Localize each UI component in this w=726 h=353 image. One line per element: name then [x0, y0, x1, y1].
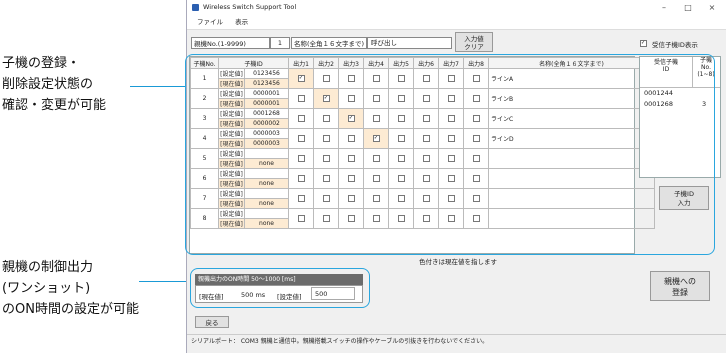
callout-on-time: 親機の制御出力 (ワンショット) のON時間の設定が可能	[2, 260, 139, 317]
name-label: 名称(全角１６文字まで)	[291, 37, 367, 49]
app-icon	[192, 4, 199, 11]
menu-bar: ファイル 表示	[187, 15, 726, 30]
callout-registration: 子機の登録・ 削除設定状態の 確認・変更が可能	[2, 56, 107, 113]
app-window: Wireless Switch Support Tool – □ × ファイル …	[185, 0, 726, 353]
close-button[interactable]: ×	[700, 0, 724, 15]
register-to-parent-button[interactable]: 親機への 登録	[650, 271, 710, 301]
color-footnote: 色付きは現在値を指します	[419, 258, 497, 266]
back-button[interactable]: 戻る	[195, 316, 229, 328]
parent-no-input[interactable]: 1	[270, 37, 290, 49]
show-ids-label: 受信子機ID表示	[652, 41, 698, 49]
callout-leader-bottom	[139, 281, 186, 282]
parent-no-label: 親機No.(1-9999)	[191, 37, 270, 49]
parent-name-input[interactable]: 呼び出し	[367, 37, 452, 49]
callout-leader-top	[130, 86, 186, 87]
maximize-button[interactable]: □	[676, 0, 700, 15]
minimize-button[interactable]: –	[652, 0, 676, 15]
show-ids-checkbox[interactable]	[640, 40, 647, 47]
menu-file[interactable]: ファイル	[197, 18, 223, 26]
title-bar: Wireless Switch Support Tool – □ ×	[187, 0, 726, 15]
window-title: Wireless Switch Support Tool	[203, 3, 297, 11]
highlight-on-time-frame	[190, 268, 370, 308]
menu-view[interactable]: 表示	[235, 18, 248, 26]
clear-input-button[interactable]: 入力値 クリア	[455, 32, 493, 52]
status-bar: シリアルポート： COM3 親機と通信中。親機搭載スイッチの操作やケーブルの引抜…	[187, 334, 726, 353]
highlight-table-frame	[185, 54, 715, 255]
